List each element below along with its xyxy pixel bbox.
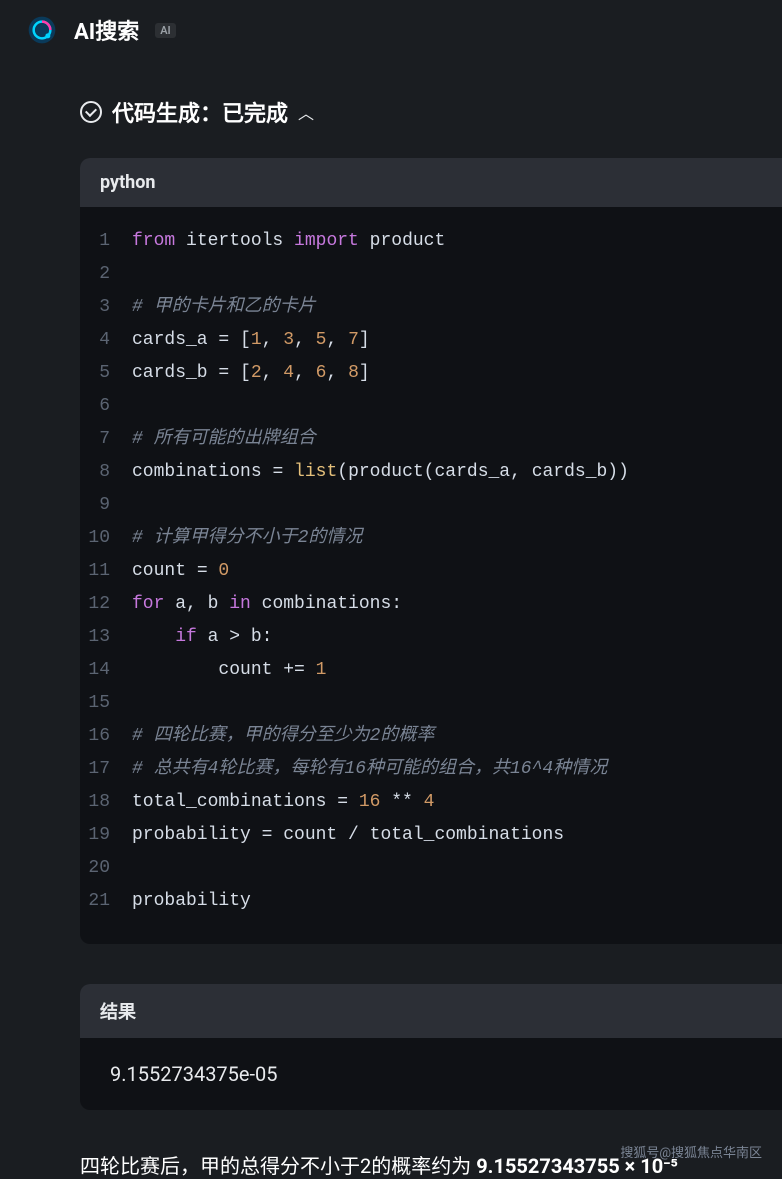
line-number: 19 bbox=[80, 819, 132, 852]
code-line: 16# 四轮比赛，甲的得分至少为2的概率 bbox=[80, 720, 782, 753]
code-line: 15 bbox=[80, 687, 782, 720]
line-number: 18 bbox=[80, 786, 132, 819]
line-number: 7 bbox=[80, 423, 132, 456]
code-line: 18total_combinations = 16 ** 4 bbox=[80, 786, 782, 819]
code-line: 10# 计算甲得分不小于2的情况 bbox=[80, 522, 782, 555]
code-line: 9 bbox=[80, 489, 782, 522]
line-number: 13 bbox=[80, 621, 132, 654]
code-line: 12for a, b in combinations: bbox=[80, 588, 782, 621]
code-content: cards_b = [2, 4, 6, 8] bbox=[132, 357, 370, 390]
chevron-up-icon: ︿ bbox=[298, 100, 314, 124]
summary-prefix: 四轮比赛后，甲的总得分不小于2的概率约为 bbox=[80, 1154, 476, 1178]
code-block: python 1from itertools import product23#… bbox=[80, 158, 782, 944]
code-content: from itertools import product bbox=[132, 225, 445, 258]
code-content: if a > b: bbox=[132, 621, 272, 654]
code-content: probability bbox=[132, 885, 251, 918]
code-line: 8combinations = list(product(cards_a, ca… bbox=[80, 456, 782, 489]
line-number: 3 bbox=[80, 291, 132, 324]
code-line: 2 bbox=[80, 258, 782, 291]
summary-text: 四轮比赛后，甲的总得分不小于2的概率约为 9.15527343755 × 10⁻… bbox=[80, 1150, 702, 1179]
code-content: for a, b in combinations: bbox=[132, 588, 402, 621]
code-line: 6 bbox=[80, 390, 782, 423]
app-title: AI搜索 bbox=[74, 14, 139, 46]
line-number: 21 bbox=[80, 885, 132, 918]
result-value: 9.1552734375e-05 bbox=[80, 1038, 782, 1110]
code-line: 13 if a > b: bbox=[80, 621, 782, 654]
line-number: 4 bbox=[80, 324, 132, 357]
ai-badge: AI bbox=[155, 23, 176, 38]
code-content: count = 0 bbox=[132, 555, 229, 588]
section-title: 代码生成：已完成 bbox=[112, 96, 288, 128]
code-content: cards_a = [1, 3, 5, 7] bbox=[132, 324, 370, 357]
code-body[interactable]: 1from itertools import product23# 甲的卡片和乙… bbox=[80, 207, 782, 944]
code-line: 4cards_a = [1, 3, 5, 7] bbox=[80, 324, 782, 357]
code-line: 5cards_b = [2, 4, 6, 8] bbox=[80, 357, 782, 390]
line-number: 6 bbox=[80, 390, 132, 423]
line-number: 1 bbox=[80, 225, 132, 258]
code-line: 11count = 0 bbox=[80, 555, 782, 588]
code-line: 17# 总共有4轮比赛，每轮有16种可能的组合，共16^4种情况 bbox=[80, 753, 782, 786]
result-block: 结果 9.1552734375e-05 bbox=[80, 984, 782, 1110]
line-number: 16 bbox=[80, 720, 132, 753]
watermark: 搜狐号@搜狐焦点华南区 bbox=[620, 1142, 762, 1161]
line-number: 9 bbox=[80, 489, 132, 522]
code-line: 7# 所有可能的出牌组合 bbox=[80, 423, 782, 456]
line-number: 5 bbox=[80, 357, 132, 390]
code-content: probability = count / total_combinations bbox=[132, 819, 564, 852]
code-content: total_combinations = 16 ** 4 bbox=[132, 786, 434, 819]
line-number: 14 bbox=[80, 654, 132, 687]
code-content: # 甲的卡片和乙的卡片 bbox=[132, 291, 316, 324]
code-line: 21probability bbox=[80, 885, 782, 918]
line-number: 10 bbox=[80, 522, 132, 555]
code-line: 20 bbox=[80, 852, 782, 885]
code-line: 1from itertools import product bbox=[80, 225, 782, 258]
code-content: # 四轮比赛，甲的得分至少为2的概率 bbox=[132, 720, 434, 753]
code-line: 14 count += 1 bbox=[80, 654, 782, 687]
line-number: 11 bbox=[80, 555, 132, 588]
code-content: # 所有可能的出牌组合 bbox=[132, 423, 316, 456]
result-header: 结果 bbox=[80, 984, 782, 1038]
code-line: 3# 甲的卡片和乙的卡片 bbox=[80, 291, 782, 324]
line-number: 20 bbox=[80, 852, 132, 885]
line-number: 8 bbox=[80, 456, 132, 489]
check-circle-icon bbox=[80, 101, 102, 123]
line-number: 2 bbox=[80, 258, 132, 291]
line-number: 12 bbox=[80, 588, 132, 621]
code-content: # 总共有4轮比赛，每轮有16种可能的组合，共16^4种情况 bbox=[132, 753, 607, 786]
code-content: # 计算甲得分不小于2的情况 bbox=[132, 522, 362, 555]
line-number: 17 bbox=[80, 753, 132, 786]
section-header[interactable]: 代码生成：已完成 ︿ bbox=[0, 66, 782, 148]
code-line: 19probability = count / total_combinatio… bbox=[80, 819, 782, 852]
code-content: combinations = list(product(cards_a, car… bbox=[132, 456, 629, 489]
line-number: 15 bbox=[80, 687, 132, 720]
app-logo-icon bbox=[24, 12, 60, 48]
code-language-label: python bbox=[80, 158, 782, 207]
app-header: AI搜索 AI bbox=[0, 12, 782, 66]
code-content: count += 1 bbox=[132, 654, 326, 687]
